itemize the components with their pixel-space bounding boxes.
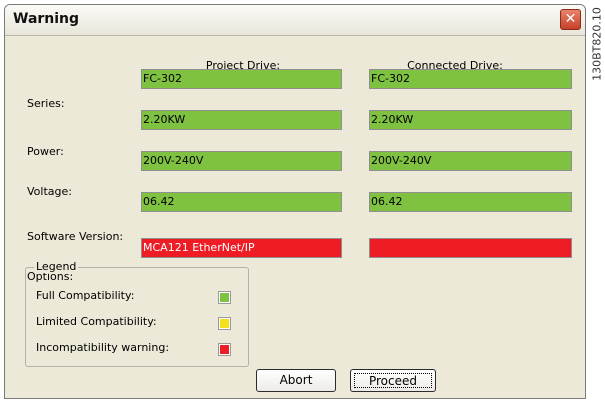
project-options-field: MCA121 EtherNet/IP xyxy=(141,238,342,258)
close-icon: ✕ xyxy=(564,11,577,27)
project-software-version-field: 06.42 xyxy=(141,192,342,212)
legend-limited-label: Limited Compatibility: xyxy=(36,315,157,328)
connected-voltage-field: 200V-240V xyxy=(369,151,572,171)
close-button[interactable]: ✕ xyxy=(560,9,581,30)
connected-options-field xyxy=(369,238,572,258)
connected-power-field: 2.20KW xyxy=(369,110,572,130)
proceed-button-label: Proceed xyxy=(354,373,432,388)
proceed-button[interactable]: Proceed xyxy=(350,369,436,392)
connected-software-version-field: 06.42 xyxy=(369,192,572,212)
dialog-content: Project Drive: Connected Drive: Series: … xyxy=(5,35,585,398)
project-voltage-field: 200V-240V xyxy=(141,151,342,171)
figure-code-text: 130BT820.10 xyxy=(590,7,603,81)
legend-incompatible-swatch xyxy=(218,343,231,356)
legend-full-label: Full Compatibility: xyxy=(36,289,135,302)
figure-code: 130BT820.10 xyxy=(590,4,603,84)
legend-incompatible-label: Incompatibility warning: xyxy=(36,341,170,354)
warning-dialog: Warning ✕ Project Drive: Connected Drive… xyxy=(4,4,586,399)
title-bar: Warning ✕ xyxy=(5,5,585,36)
legend-title: Legend xyxy=(34,260,79,273)
connected-series-field: FC-302 xyxy=(369,69,572,89)
project-series-field: FC-302 xyxy=(141,69,342,89)
dialog-title: Warning xyxy=(13,11,80,27)
abort-button[interactable]: Abort xyxy=(256,369,336,392)
legend-group: Legend Full Compatibility: Limited Compa… xyxy=(25,260,249,367)
legend-full-swatch xyxy=(218,291,231,304)
project-power-field: 2.20KW xyxy=(141,110,342,130)
software-version-label: Software Version: xyxy=(27,230,124,243)
voltage-label: Voltage: xyxy=(27,185,72,198)
legend-limited-swatch xyxy=(218,317,231,330)
power-label: Power: xyxy=(27,145,64,158)
series-label: Series: xyxy=(27,97,65,110)
